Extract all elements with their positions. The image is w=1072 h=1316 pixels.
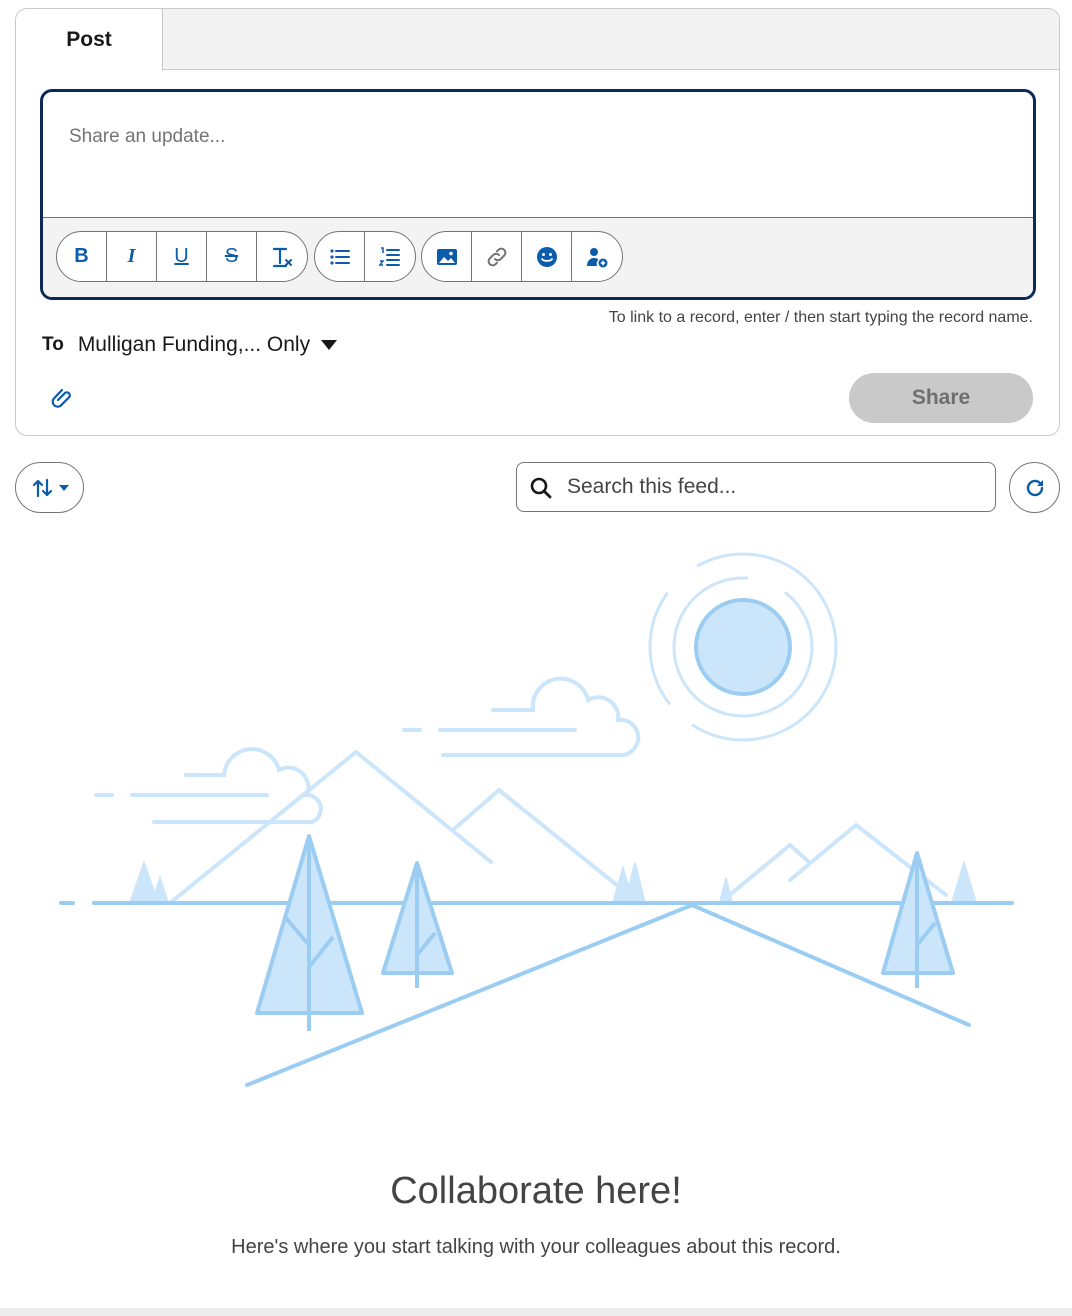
clear-format-icon xyxy=(272,247,292,267)
search-input[interactable] xyxy=(567,471,987,503)
emoji-icon xyxy=(536,246,557,267)
tab-post[interactable]: Post xyxy=(16,9,163,71)
underline-button[interactable]: U xyxy=(157,232,207,281)
publisher-tabbar: Post xyxy=(16,9,1059,71)
bulleted-list-icon xyxy=(329,248,350,265)
mention-button[interactable] xyxy=(572,232,622,281)
bold-icon: B xyxy=(74,245,89,267)
empty-state-subtitle: Here's where you start talking with your… xyxy=(231,1236,841,1258)
sort-icon xyxy=(32,478,52,497)
sun-icon xyxy=(648,552,838,742)
emoji-button[interactable] xyxy=(522,232,572,281)
attach-icon[interactable] xyxy=(49,385,73,409)
mention-icon xyxy=(587,247,608,267)
tree-icon-2 xyxy=(381,861,454,988)
editor-placeholder[interactable]: Share an update... xyxy=(69,126,225,148)
tree-icon-3 xyxy=(881,851,955,988)
to-label: To xyxy=(42,334,64,355)
audience-value[interactable]: Mulligan Funding,... Only xyxy=(78,333,310,357)
search-icon xyxy=(530,477,552,499)
italic-icon: I xyxy=(127,245,136,267)
audience-selector: To Mulligan Funding,... Only xyxy=(42,333,338,357)
refresh-icon xyxy=(1026,479,1043,496)
link-icon xyxy=(487,247,506,266)
small-trees xyxy=(128,859,978,904)
tree-icon xyxy=(255,834,364,1031)
list-group xyxy=(314,231,416,282)
image-icon xyxy=(436,248,457,265)
numbered-list-button[interactable] xyxy=(365,232,415,281)
cloud-icon-left xyxy=(94,747,323,824)
rich-text-toolbar: B I U S xyxy=(43,217,1033,297)
strikethrough-icon: S xyxy=(224,245,239,267)
share-button[interactable]: Share xyxy=(849,373,1033,423)
caret-down-icon[interactable] xyxy=(320,339,338,351)
empty-feed-illustration xyxy=(59,552,1014,1087)
insert-link-button[interactable] xyxy=(472,232,522,281)
insert-image-button[interactable] xyxy=(422,232,472,281)
underline-icon: U xyxy=(174,245,189,267)
italic-button[interactable]: I xyxy=(107,232,157,281)
sort-button[interactable] xyxy=(15,462,84,513)
feed-search xyxy=(516,462,996,512)
insert-group xyxy=(421,231,623,282)
bottom-divider xyxy=(0,1308,1072,1316)
clear-format-button[interactable] xyxy=(257,232,307,281)
chevron-down-icon xyxy=(58,484,69,491)
text-format-group: B I U S xyxy=(56,231,308,282)
bulleted-list-button[interactable] xyxy=(315,232,365,281)
record-link-hint: To link to a record, enter / then start … xyxy=(608,309,1033,326)
numbered-list-icon xyxy=(378,246,400,266)
mountains xyxy=(168,750,948,905)
post-editor[interactable]: Share an update... B I U S xyxy=(40,89,1036,300)
strikethrough-button[interactable]: S xyxy=(207,232,257,281)
cloud-icon xyxy=(402,676,641,757)
refresh-button[interactable] xyxy=(1009,462,1060,513)
bold-button[interactable]: B xyxy=(57,232,107,281)
empty-state-title: Collaborate here! xyxy=(390,1170,682,1212)
publisher-card: Post Share an update... B I U S To link … xyxy=(15,8,1060,436)
